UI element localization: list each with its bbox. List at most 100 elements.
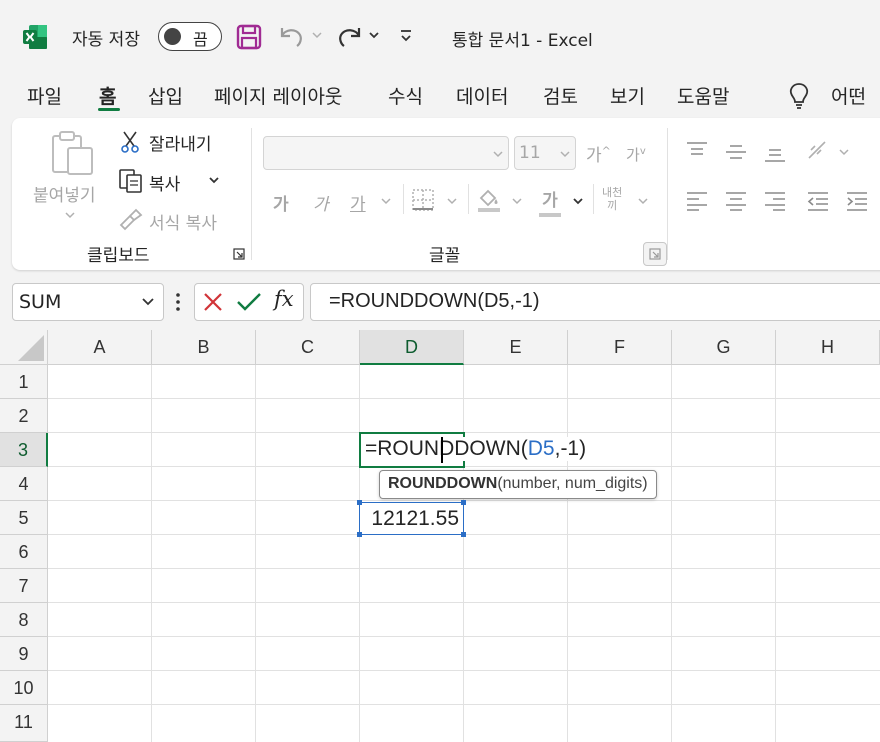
- copy-dropdown-icon[interactable]: [208, 175, 220, 185]
- row-header-11[interactable]: 11: [0, 705, 48, 742]
- row-header-10[interactable]: 10: [0, 671, 48, 705]
- font-launcher-icon[interactable]: [643, 242, 667, 266]
- copy-button[interactable]: 복사: [149, 170, 180, 195]
- redo-icon[interactable]: [336, 24, 364, 50]
- align-left-icon[interactable]: [685, 190, 709, 212]
- range-handle[interactable]: [461, 500, 466, 505]
- tab-formulas[interactable]: 수식: [388, 82, 423, 112]
- bold-button[interactable]: 가: [273, 190, 289, 215]
- gridline: [151, 365, 152, 742]
- formula-input[interactable]: =ROUNDDOWN(D5,-1): [310, 283, 880, 321]
- column-header-d[interactable]: D: [360, 330, 464, 365]
- italic-button[interactable]: 가: [313, 190, 329, 215]
- borders-icon[interactable]: [411, 188, 435, 212]
- row-header-2[interactable]: 2: [0, 399, 48, 433]
- paste-dropdown-icon[interactable]: [64, 210, 76, 220]
- row-header-1[interactable]: 1: [0, 365, 48, 399]
- divider: [403, 184, 404, 214]
- tab-file[interactable]: 파일: [27, 82, 62, 112]
- font-name-combo[interactable]: [263, 136, 509, 170]
- undo-dropdown-icon[interactable]: [311, 30, 323, 40]
- cell-edit-text[interactable]: =ROUNDDOWN(D5,-1): [365, 437, 591, 461]
- tab-data[interactable]: 데이터: [456, 82, 508, 112]
- customize-qat-icon[interactable]: [399, 28, 413, 44]
- select-all-button[interactable]: [0, 330, 48, 365]
- formula-text: =ROUNDDOWN(D5,-1): [329, 290, 540, 312]
- save-icon[interactable]: [236, 24, 262, 50]
- row-header-7[interactable]: 7: [0, 569, 48, 603]
- align-middle-icon[interactable]: [724, 142, 748, 162]
- undo-icon[interactable]: [277, 24, 305, 50]
- row-header-3[interactable]: 3: [0, 433, 48, 467]
- enter-check-icon[interactable]: [236, 291, 262, 313]
- font-color-glyph: 가: [542, 191, 558, 211]
- tab-review[interactable]: 검토: [543, 82, 578, 112]
- cut-button[interactable]: 잘라내기: [149, 130, 212, 155]
- column-header-c[interactable]: C: [256, 330, 360, 365]
- phonetic-dropdown-icon[interactable]: [637, 196, 649, 206]
- tooltip-args: (number, num_digits): [497, 475, 648, 492]
- clipboard-launcher-icon[interactable]: [233, 248, 245, 260]
- tab-view[interactable]: 보기: [610, 82, 645, 112]
- column-header-b[interactable]: B: [152, 330, 256, 365]
- insert-function-button[interactable]: fx: [274, 287, 294, 311]
- row-header-8[interactable]: 8: [0, 603, 48, 637]
- gridline: [567, 365, 568, 742]
- tab-help[interactable]: 도움말: [677, 82, 729, 112]
- phonetic-top: 내천: [602, 186, 623, 199]
- decrease-indent-icon[interactable]: [806, 190, 830, 212]
- edit-prefix: =ROUNDDOWN(: [365, 437, 528, 460]
- align-bottom-icon[interactable]: [763, 144, 787, 164]
- range-handle[interactable]: [357, 532, 362, 537]
- column-header-e[interactable]: E: [464, 330, 568, 365]
- lightbulb-icon[interactable]: [788, 82, 810, 110]
- redo-dropdown-icon[interactable]: [368, 30, 380, 40]
- font-color-button[interactable]: 가: [539, 186, 561, 217]
- grow-font-button[interactable]: 가^: [586, 141, 611, 166]
- shrink-font-glyph: 가: [626, 146, 640, 164]
- column-header-h[interactable]: H: [776, 330, 880, 365]
- name-box[interactable]: SUM: [12, 283, 164, 321]
- range-handle[interactable]: [357, 500, 362, 505]
- worksheet-grid[interactable]: [0, 330, 880, 742]
- tab-page-layout[interactable]: 페이지 레이아웃: [214, 82, 342, 112]
- fill-color-dropdown-icon[interactable]: [511, 196, 523, 206]
- range-handle[interactable]: [461, 532, 466, 537]
- paste-button[interactable]: 붙여넣기: [33, 181, 96, 206]
- autosave-label: 자동 저장: [72, 30, 140, 50]
- referenced-cell-d5[interactable]: 12121.55: [359, 502, 464, 535]
- row-header-4[interactable]: 4: [0, 467, 48, 501]
- format-painter-button[interactable]: 서식 복사: [149, 209, 217, 234]
- name-box-value: SUM: [19, 291, 62, 313]
- font-group-label: 글꼴: [429, 246, 461, 266]
- row-header-6[interactable]: 6: [0, 535, 48, 569]
- tooltip-function[interactable]: ROUNDDOWN: [388, 475, 497, 492]
- row-header-9[interactable]: 9: [0, 637, 48, 671]
- increase-indent-icon[interactable]: [845, 190, 869, 212]
- more-options-icon[interactable]: [175, 292, 181, 312]
- tab-insert[interactable]: 삽입: [148, 82, 183, 112]
- orientation-icon[interactable]: [805, 138, 849, 166]
- row-header-5[interactable]: 5: [0, 501, 48, 535]
- autosave-state: 끔: [193, 30, 208, 49]
- cancel-icon[interactable]: [202, 291, 224, 313]
- align-right-icon[interactable]: [763, 190, 787, 212]
- document-title: 통합 문서1 - Excel: [452, 31, 593, 51]
- underline-dropdown-icon[interactable]: [380, 196, 392, 206]
- shrink-font-button[interactable]: 가v: [626, 144, 646, 165]
- align-center-icon[interactable]: [724, 190, 748, 212]
- fill-color-icon[interactable]: [476, 186, 502, 214]
- underline-button[interactable]: 가: [350, 190, 366, 215]
- tell-me-search[interactable]: 어떤: [831, 82, 866, 109]
- gridline: [48, 398, 880, 399]
- name-box-dropdown-icon[interactable]: [141, 296, 155, 308]
- font-color-dropdown-icon[interactable]: [572, 196, 584, 206]
- column-header-f[interactable]: F: [568, 330, 672, 365]
- phonetic-guide-button[interactable]: 내천 끼: [602, 186, 622, 212]
- column-header-g[interactable]: G: [672, 330, 776, 365]
- autosave-toggle[interactable]: 끔: [158, 22, 222, 51]
- font-size-combo[interactable]: 11: [514, 136, 576, 170]
- align-top-icon[interactable]: [685, 140, 709, 160]
- column-header-a[interactable]: A: [48, 330, 152, 365]
- borders-dropdown-icon[interactable]: [446, 196, 458, 206]
